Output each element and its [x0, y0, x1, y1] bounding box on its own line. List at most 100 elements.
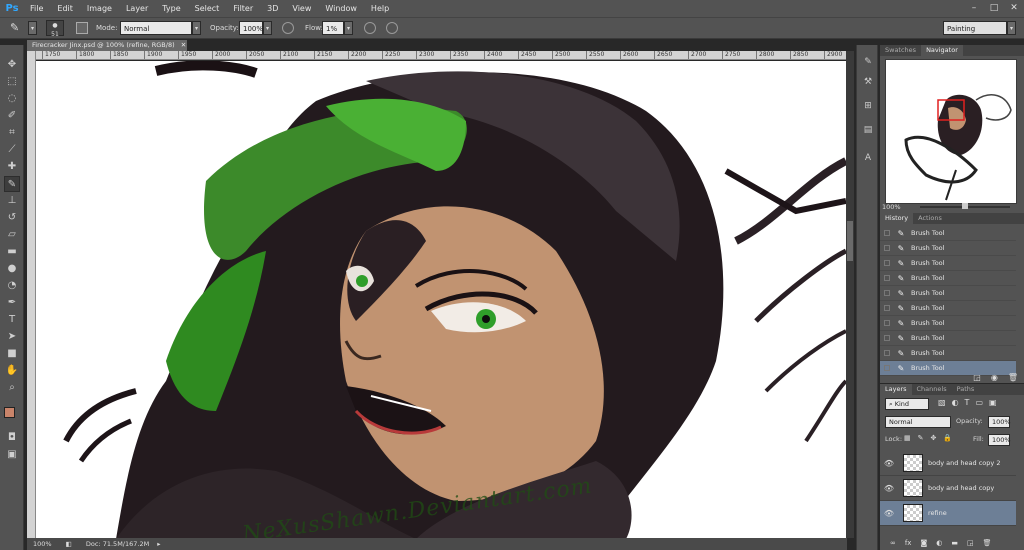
history-item[interactable]: ✎ Brush Tool	[880, 256, 1016, 271]
clone-stamp-tool-icon[interactable]: ⊥	[4, 193, 20, 209]
history-checkbox[interactable]	[884, 320, 890, 326]
vertical-scrollbar[interactable]	[846, 51, 854, 538]
tool-preset-dropdown[interactable]: ▾	[28, 21, 37, 35]
lock-all-icon[interactable]: 🔒	[943, 434, 952, 442]
visibility-eye-icon[interactable]: 👁	[880, 509, 898, 518]
history-item[interactable]: ✎ Brush Tool	[880, 226, 1016, 241]
lock-position-icon[interactable]: ✥	[931, 434, 937, 442]
zoom-level[interactable]: 100%	[33, 540, 52, 548]
crop-tool-icon[interactable]: ⌗	[4, 125, 20, 141]
history-item[interactable]: ✎ Brush Tool	[880, 316, 1016, 331]
screen-mode-icon[interactable]: ▣	[4, 447, 20, 463]
brush-tool-icon[interactable]: ✎	[4, 176, 20, 192]
marquee-tool-icon[interactable]: ⬚	[4, 74, 20, 90]
mode-dropdown-arrow[interactable]: ▾	[192, 21, 201, 35]
flow-input[interactable]: 1%	[322, 21, 344, 35]
mode-select[interactable]: Normal	[120, 21, 192, 35]
gradient-tool-icon[interactable]: ▬	[4, 244, 20, 260]
history-checkbox[interactable]	[884, 365, 890, 371]
history-checkbox[interactable]	[884, 335, 890, 341]
history-item[interactable]: ✎ Brush Tool	[880, 346, 1016, 361]
history-checkbox[interactable]	[884, 305, 890, 311]
menu-3d[interactable]: 3D	[261, 4, 286, 13]
document-tab[interactable]: Firecracker Jinx.psd @ 100% (refine, RGB…	[27, 40, 187, 51]
filter-type-icon[interactable]: T	[965, 398, 970, 407]
foreground-color-swatch[interactable]	[4, 407, 15, 418]
menu-window[interactable]: Window	[319, 4, 365, 13]
path-selection-tool-icon[interactable]: ➤	[4, 329, 20, 345]
close-tab-icon[interactable]: ✕	[181, 41, 186, 49]
status-menu-arrow-icon[interactable]: ▸	[157, 540, 160, 548]
layer-row[interactable]: 👁 body and head copy	[880, 476, 1016, 501]
filter-shape-icon[interactable]: ▭	[975, 398, 983, 407]
tab-navigator[interactable]: Navigator	[921, 45, 963, 56]
workspace-dropdown-arrow[interactable]: ▾	[1007, 21, 1016, 35]
zoom-slider-handle[interactable]	[962, 203, 968, 209]
history-item[interactable]: ✎ Brush Tool	[880, 301, 1016, 316]
filter-kind-select[interactable]: ⌕ Kind	[885, 398, 929, 410]
layer-mask-icon[interactable]: ◙	[920, 539, 927, 547]
pressure-opacity-icon[interactable]	[282, 22, 294, 34]
history-item[interactable]: ✎ Brush Tool	[880, 241, 1016, 256]
opacity-dropdown-arrow[interactable]: ▾	[263, 21, 272, 35]
new-layer-icon[interactable]: ◲	[967, 539, 974, 547]
eyedropper-tool-icon[interactable]: ⟋	[4, 142, 20, 158]
new-snapshot-icon[interactable]: ◉	[991, 373, 998, 382]
delete-state-icon[interactable]: 🗑	[1008, 373, 1018, 382]
visibility-eye-icon[interactable]: 👁	[880, 484, 898, 493]
history-checkbox[interactable]	[884, 290, 890, 296]
layer-style-icon[interactable]: fx	[905, 539, 912, 547]
brush-presets-icon[interactable]: ✎	[861, 55, 875, 69]
delete-layer-icon[interactable]: 🗑	[983, 539, 992, 547]
move-tool-icon[interactable]: ✥	[4, 57, 20, 73]
history-item[interactable]: ✎ Brush Tool	[880, 331, 1016, 346]
zoom-tool-icon[interactable]: ⌕	[4, 380, 20, 396]
history-checkbox[interactable]	[884, 350, 890, 356]
dodge-tool-icon[interactable]: ◔	[4, 278, 20, 294]
layer-row[interactable]: 👁 body and head copy 2	[880, 451, 1016, 476]
brush-panel-icon[interactable]	[76, 22, 88, 34]
tab-paths[interactable]: Paths	[952, 384, 980, 395]
menu-view[interactable]: View	[286, 4, 319, 13]
pen-tool-icon[interactable]: ✒	[4, 295, 20, 311]
opacity-input[interactable]: 100%	[239, 21, 263, 35]
menu-type[interactable]: Type	[156, 4, 188, 13]
tool-presets-icon[interactable]: ⚒	[861, 75, 875, 89]
history-brush-tool-icon[interactable]: ↺	[4, 210, 20, 226]
fill-input[interactable]: 100%	[988, 434, 1011, 446]
navigator-zoom[interactable]: 100%	[882, 203, 901, 211]
shape-tool-icon[interactable]: ■	[4, 346, 20, 362]
navigator-thumbnail[interactable]	[885, 59, 1017, 204]
history-checkbox[interactable]	[884, 260, 890, 266]
menu-edit[interactable]: Edit	[51, 4, 81, 13]
lock-transparent-icon[interactable]: ▦	[904, 434, 911, 442]
menu-filter[interactable]: Filter	[227, 4, 261, 13]
tab-swatches[interactable]: Swatches	[880, 45, 921, 56]
brush-preset-picker[interactable]: ● 51	[46, 20, 64, 38]
layer-row[interactable]: 👁 refine	[880, 501, 1016, 526]
menu-image[interactable]: Image	[81, 4, 120, 13]
menu-file[interactable]: File	[24, 4, 51, 13]
status-icon[interactable]: ◧	[66, 540, 72, 548]
quick-mask-icon[interactable]: ◘	[4, 430, 20, 446]
minimize-button[interactable]: –	[964, 0, 984, 17]
hand-tool-icon[interactable]: ✋	[4, 363, 20, 379]
history-checkbox[interactable]	[884, 230, 890, 236]
filter-adjustment-icon[interactable]: ◐	[952, 398, 959, 407]
character-icon[interactable]: A	[861, 151, 875, 165]
layer-opacity-input[interactable]: 100%	[988, 416, 1011, 428]
history-checkbox[interactable]	[884, 245, 890, 251]
history-item[interactable]: ✎ Brush Tool	[880, 286, 1016, 301]
navigator-zoom-slider[interactable]	[920, 203, 1010, 209]
maximize-button[interactable]: □	[984, 0, 1004, 17]
new-document-from-state-icon[interactable]: ◲	[973, 373, 981, 382]
tab-layers[interactable]: Layers	[880, 384, 912, 395]
menu-help[interactable]: Help	[365, 4, 397, 13]
blur-tool-icon[interactable]: ●	[4, 261, 20, 277]
blend-mode-select[interactable]: Normal	[885, 416, 951, 428]
workspace-select[interactable]: Painting	[943, 21, 1007, 35]
menu-layer[interactable]: Layer	[120, 4, 156, 13]
canvas-artwork[interactable]: NeXusShawn.Deviantart.com	[36, 61, 846, 539]
healing-brush-tool-icon[interactable]: ✚	[4, 159, 20, 175]
new-group-icon[interactable]: ▬	[951, 539, 958, 547]
